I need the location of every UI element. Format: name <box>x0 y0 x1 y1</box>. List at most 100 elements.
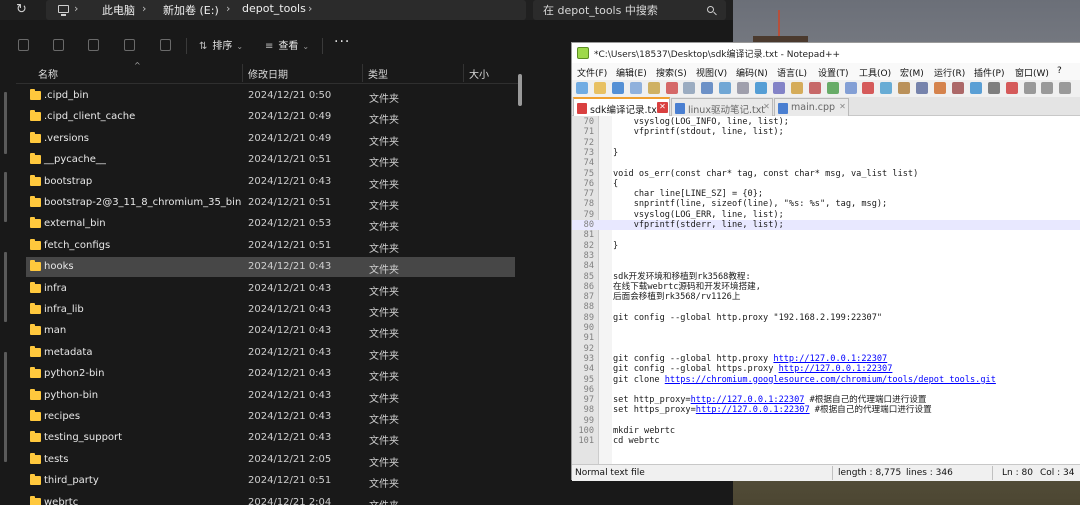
cut-icon[interactable] <box>701 82 714 94</box>
code-line[interactable]: 88 <box>572 302 1080 312</box>
breadcrumb-drive-e[interactable]: 新加卷 (E:) <box>163 2 219 18</box>
menu-item[interactable]: 文件(F) <box>577 66 607 79</box>
navigation-pane[interactable] <box>0 62 16 505</box>
rename-icon[interactable] <box>88 39 99 51</box>
menu-item[interactable]: 插件(P) <box>974 66 1004 79</box>
doc-map-icon[interactable] <box>951 82 964 94</box>
code-line[interactable]: 80 vfprintf(stderr, line, list); <box>572 220 1080 231</box>
code-line[interactable]: 84 <box>572 261 1080 271</box>
save-all-icon[interactable] <box>629 82 642 94</box>
chevron-right-icon[interactable]: › <box>142 2 146 15</box>
paste-icon[interactable] <box>737 82 750 94</box>
address-bar[interactable]: › 此电脑 › 新加卷 (E:) › depot_tools › <box>46 0 526 20</box>
code-line[interactable]: 97 set http_proxy=http://127.0.0.1:22307 … <box>572 395 1080 405</box>
file-row[interactable]: recipes 2024/12/21 0:43 文件夹 <box>26 407 515 427</box>
column-name[interactable]: 名称 <box>38 66 58 81</box>
code-line[interactable]: 77 char line[LINE_SZ] = {0}; <box>572 189 1080 199</box>
copy-icon[interactable] <box>18 39 29 51</box>
column-size[interactable]: 大小 <box>469 66 489 81</box>
code-line[interactable]: 94 git config --global https.proxy http:/… <box>572 364 1080 374</box>
code-line[interactable]: 100 mkdir webrtc <box>572 426 1080 436</box>
code-line[interactable]: 72 <box>572 138 1080 148</box>
code-line[interactable]: 101 cd webrtc <box>572 436 1080 446</box>
undo-icon[interactable] <box>755 82 767 94</box>
file-row[interactable]: bootstrap 2024/12/21 0:43 文件夹 <box>26 172 515 192</box>
tab-sdk-notes[interactable]: sdk编译记录.txt ✕ <box>573 97 670 116</box>
code-line[interactable]: 71 vfprintf(stdout, line, list); <box>572 127 1080 137</box>
find-icon[interactable] <box>790 82 803 94</box>
menu-item[interactable]: 编辑(E) <box>616 66 647 79</box>
file-row[interactable]: man 2024/12/21 0:43 文件夹 <box>26 321 515 341</box>
view-button[interactable]: ≡ 查看 ⌄ <box>265 37 309 52</box>
file-row[interactable]: .versions 2024/12/21 0:49 文件夹 <box>26 129 515 149</box>
folder-workspace-icon[interactable] <box>987 82 1000 94</box>
chevron-right-icon[interactable]: › <box>226 2 230 15</box>
text-editor[interactable]: 70 vsyslog(LOG_INFO, line, list); 71 vfpr… <box>572 116 1080 464</box>
code-line[interactable]: 86 在线下载webrtc源码和开发环境搭建, <box>572 282 1080 292</box>
file-row[interactable]: hooks 2024/12/21 0:43 文件夹 <box>26 257 515 278</box>
file-row[interactable]: bootstrap-2@3_11_8_chromium_35_bin 2024/1… <box>26 193 515 213</box>
run-macro-icon[interactable] <box>1059 82 1072 94</box>
refresh-icon[interactable]: ↻ <box>16 2 27 17</box>
file-row[interactable]: .cipd_client_cache 2024/12/21 0:49 文件夹 <box>26 107 515 127</box>
code-link[interactable]: https://chromium.googlesource.com/chromi… <box>665 375 996 385</box>
menu-item[interactable]: 搜索(S) <box>656 66 687 79</box>
file-row[interactable]: fetch_configs 2024/12/21 0:51 文件夹 <box>26 236 515 256</box>
menu-item[interactable]: 语言(L) <box>777 66 807 79</box>
indent-guide-icon[interactable] <box>916 82 929 94</box>
file-row[interactable]: python-bin 2024/12/21 0:43 文件夹 <box>26 386 515 406</box>
file-row[interactable]: third_party 2024/12/21 0:51 文件夹 <box>26 471 515 491</box>
file-row[interactable]: metadata 2024/12/21 0:43 文件夹 <box>26 343 515 363</box>
code-link[interactable]: http://127.0.0.1:22307 <box>696 405 810 415</box>
save-icon[interactable] <box>611 82 624 94</box>
column-divider[interactable] <box>242 64 243 82</box>
search-icon[interactable] <box>707 6 714 13</box>
sort-button[interactable]: ⇅ 排序 ⌄ <box>199 37 243 52</box>
code-line[interactable]: 99 <box>572 416 1080 426</box>
menu-item[interactable]: 窗口(W) <box>1015 66 1049 79</box>
code-line[interactable]: 73} <box>572 148 1080 158</box>
paste-icon[interactable] <box>53 39 64 51</box>
function-list-icon[interactable] <box>969 82 982 94</box>
column-divider[interactable] <box>463 64 464 82</box>
close-icon[interactable]: ✕ <box>657 102 668 113</box>
zoom-out-icon[interactable] <box>844 82 857 94</box>
menu-item[interactable]: 运行(R) <box>934 66 965 79</box>
file-row[interactable]: testing_support 2024/12/21 0:43 文件夹 <box>26 428 515 448</box>
file-row[interactable]: webrtc 2024/12/21 2:04 文件夹 <box>26 493 515 505</box>
file-row[interactable]: __pycache__ 2024/12/21 0:51 文件夹 <box>26 150 515 170</box>
delete-icon[interactable] <box>160 39 171 51</box>
open-file-icon[interactable] <box>593 82 606 94</box>
code-line[interactable]: 89 git config --global http.proxy "192.16… <box>572 313 1080 323</box>
code-line[interactable]: 79 vsyslog(LOG_ERR, line, list); <box>572 210 1080 220</box>
replace-icon[interactable] <box>808 82 821 94</box>
stop-macro-icon[interactable] <box>1023 82 1036 94</box>
sync-scroll-icon[interactable] <box>862 82 875 94</box>
chevron-right-icon[interactable]: › <box>74 2 78 15</box>
record-macro-icon[interactable] <box>1005 82 1018 94</box>
print-icon[interactable] <box>683 82 696 94</box>
file-row[interactable]: infra 2024/12/21 0:43 文件夹 <box>26 279 515 299</box>
file-row[interactable]: tests 2024/12/21 2:05 文件夹 <box>26 450 515 470</box>
code-link[interactable]: http://127.0.0.1:22307 <box>773 354 887 364</box>
copy-icon[interactable] <box>719 82 732 94</box>
code-line[interactable]: 74 <box>572 158 1080 168</box>
menu-item[interactable]: 设置(T) <box>818 66 849 79</box>
close-icon[interactable]: ✕ <box>761 102 772 113</box>
tab-main-cpp[interactable]: main.cpp ✕ <box>774 98 849 116</box>
close-all-icon[interactable] <box>665 82 678 94</box>
code-line[interactable]: 83 <box>572 251 1080 261</box>
search-box[interactable]: 在 depot_tools 中搜索 <box>533 0 726 20</box>
file-row[interactable]: .cipd_bin 2024/12/21 0:50 文件夹 <box>26 86 515 106</box>
new-file-icon[interactable] <box>576 82 588 94</box>
column-type[interactable]: 类型 <box>368 66 388 81</box>
code-link[interactable]: http://127.0.0.1:22307 <box>691 395 805 405</box>
chevron-right-icon[interactable]: › <box>308 2 312 15</box>
window-title-bar[interactable]: *C:\Users\18537\Desktop\sdk编译记录.txt - No… <box>572 43 1080 63</box>
column-date[interactable]: 修改日期 <box>248 66 288 81</box>
menu-item[interactable]: 视图(V) <box>696 66 727 79</box>
close-icon[interactable]: ✕ <box>837 102 848 113</box>
word-wrap-icon[interactable] <box>880 82 893 94</box>
redo-icon[interactable] <box>772 82 785 94</box>
menu-item[interactable]: 工具(O) <box>859 66 891 79</box>
